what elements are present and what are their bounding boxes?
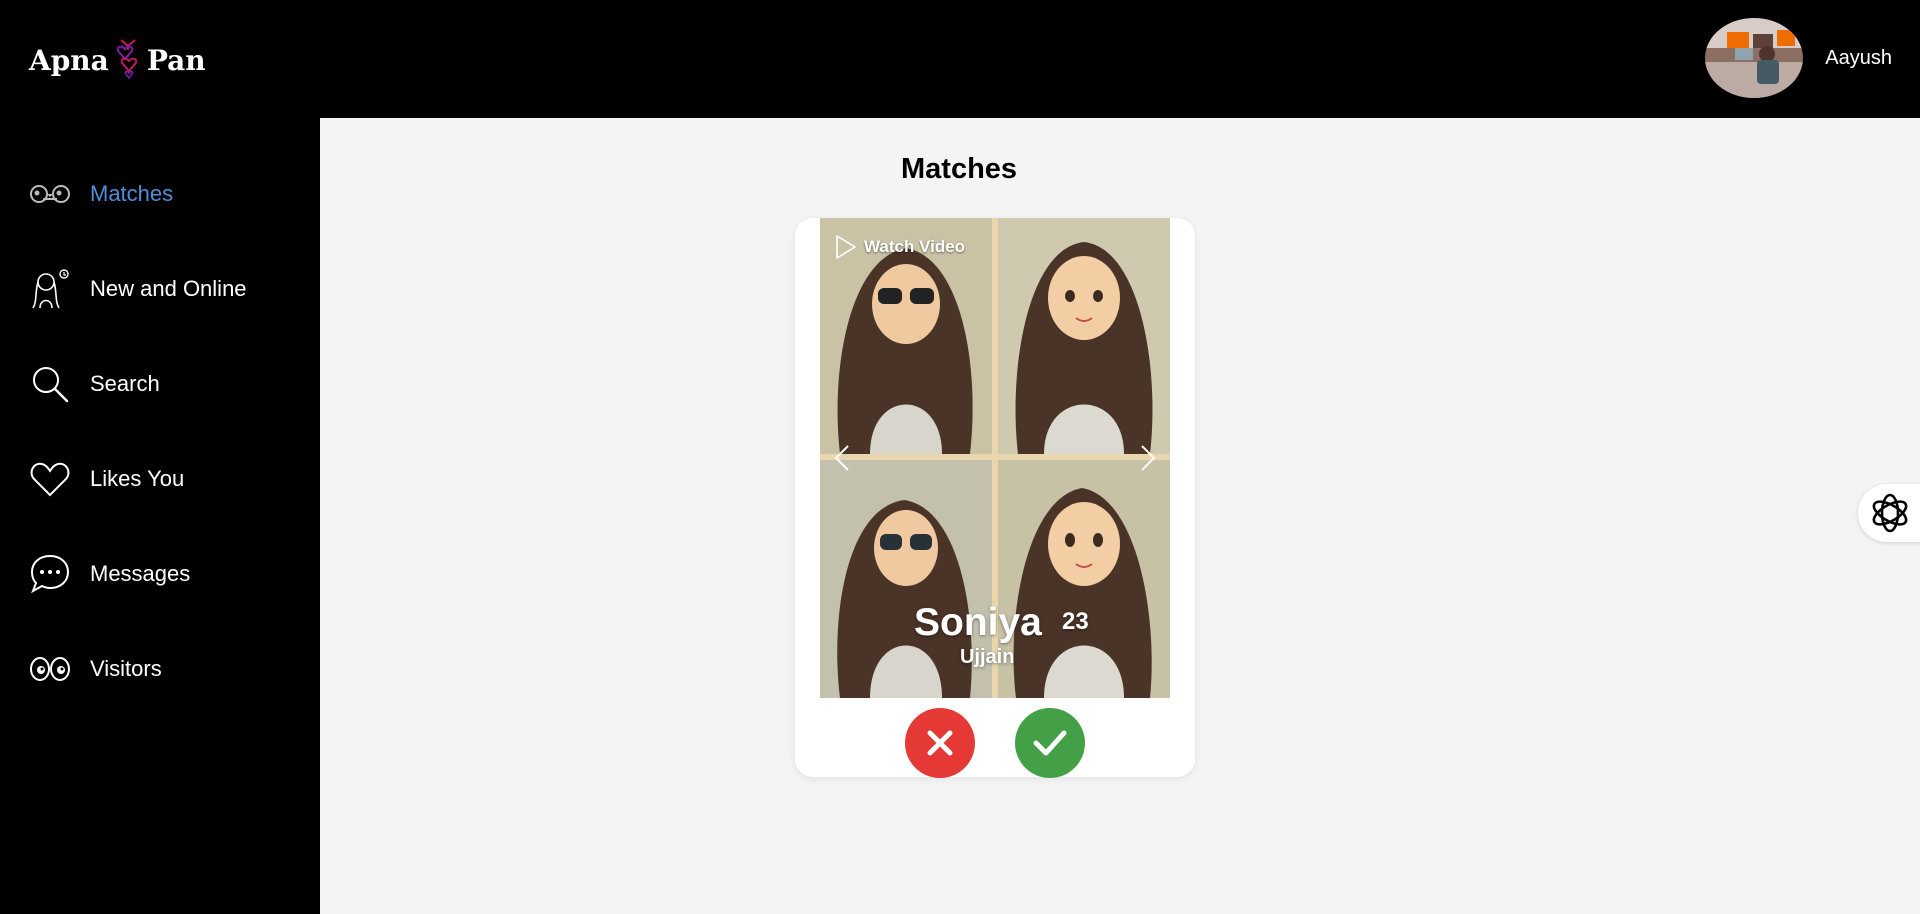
reject-button[interactable] — [905, 708, 975, 778]
sidebar-item-label: Messages — [90, 561, 191, 586]
sidebar: Matches New and Online Search Likes You … — [0, 118, 320, 914]
brand-logo[interactable]: Apna Pan — [29, 36, 206, 84]
watch-video-label: Watch Video — [864, 237, 966, 256]
sidebar-item-messages[interactable]: Messages — [28, 552, 190, 596]
sidebar-item-search[interactable]: Search — [28, 362, 160, 406]
hearts-logo-icon — [116, 39, 138, 80]
accept-button[interactable] — [1015, 708, 1085, 778]
watch-video-button[interactable]: Watch Video — [834, 234, 965, 260]
brand-right: Pan — [146, 43, 206, 77]
sidebar-item-label: Matches — [90, 181, 174, 206]
top-bar: Apna Pan Aayush — [0, 0, 1920, 118]
sidebar-item-label: New and Online — [90, 276, 247, 301]
user-menu[interactable]: Aayush — [1705, 18, 1892, 98]
matches-icon — [28, 172, 72, 216]
avatar-photo — [1705, 18, 1804, 98]
brand-left: Apna — [29, 43, 109, 77]
page-title: Matches — [901, 153, 1018, 185]
sidebar-item-label: Likes You — [90, 466, 185, 491]
profile-card: Watch Video Soniya 23 Ujjain — [795, 218, 1195, 778]
eyes-icon — [28, 647, 72, 691]
sidebar-item-matches[interactable]: Matches — [28, 172, 173, 216]
profile-age: 23 — [1062, 608, 1089, 635]
sidebar-item-label: Visitors — [90, 656, 162, 681]
close-icon — [927, 730, 953, 756]
play-icon — [836, 235, 856, 259]
prev-photo-arrow-icon[interactable] — [828, 440, 856, 476]
avatar[interactable] — [1705, 18, 1804, 98]
assistant-button[interactable] — [1858, 484, 1920, 542]
new-online-icon — [28, 267, 72, 311]
heart-icon — [28, 457, 72, 501]
sidebar-item-visitors[interactable]: Visitors — [28, 647, 162, 691]
sidebar-item-new-online[interactable]: New and Online — [28, 267, 247, 311]
profile-name: Soniya — [914, 601, 1042, 644]
sidebar-item-likes-you[interactable]: Likes You — [28, 457, 184, 501]
next-photo-arrow-icon[interactable] — [1134, 440, 1162, 476]
assistant-knot-icon — [1872, 493, 1908, 533]
profile-city: Ujjain — [960, 646, 1015, 668]
user-name[interactable]: Aayush — [1825, 47, 1892, 70]
check-icon — [1033, 730, 1067, 756]
profile-photo[interactable]: Watch Video Soniya 23 Ujjain — [820, 218, 1170, 698]
sidebar-item-label: Search — [90, 371, 160, 396]
search-icon — [28, 362, 72, 406]
chat-icon — [28, 552, 72, 596]
